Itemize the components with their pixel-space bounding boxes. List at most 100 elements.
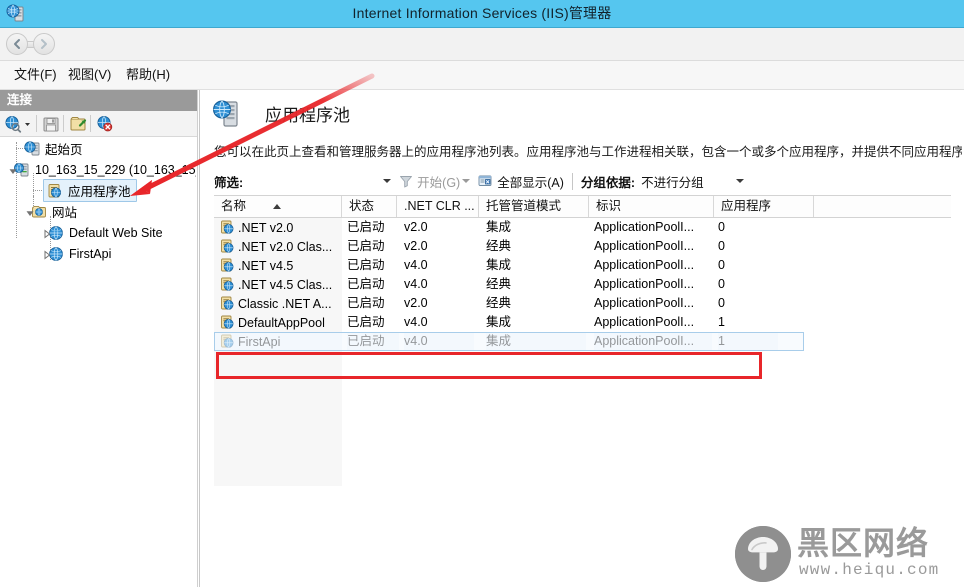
cell-applications: 0 [718,277,725,291]
cell-applications: 0 [718,239,725,253]
column-header-identity[interactable]: 标识 [589,196,714,217]
cell-applications: 0 [718,258,725,272]
connections-tree[interactable]: 起始页 10_163_15_229 (10_163_15_ 应用程序池 网站 D… [0,138,196,586]
cell-applications: 0 [718,296,725,310]
cell-name: Classic .NET A... [214,294,342,313]
sidebar-item-application-pools[interactable]: 应用程序池 [41,179,137,202]
disconnect-icon[interactable] [96,115,116,133]
filter-input[interactable] [249,171,382,191]
app-pools-large-icon [212,100,242,129]
column-header-filler [814,196,951,217]
cell-name: .NET v2.0 [214,218,342,237]
app-pool-icon [220,220,236,235]
group-by-label: 分组依据: [580,175,636,190]
cell-clr: v2.0 [404,220,428,234]
cell-applications: 0 [718,220,725,234]
window-title: Internet Information Services (IIS)管理器 [352,5,612,21]
table-row[interactable]: .NET v2.0 已启动 v2.0 集成 ApplicationPoolI..… [214,218,951,237]
tree-item-label-wrap: 应用程序池 [43,179,137,202]
cell-name: .NET v2.0 Clas... [214,237,342,256]
tree-item-start-page[interactable]: 起始页 [24,138,83,159]
filter-toolbar: 筛选: 开始(G) 全部显示(A) 分组依据: 不进行分组 [214,169,950,193]
filter-go-dropdown-caret-icon[interactable] [462,179,471,183]
table-row-firstapi[interactable]: FirstApi 已启动 v4.0 集成 ApplicationPoolI...… [214,332,951,351]
cell-name: DefaultAppPool [214,313,342,332]
table-row[interactable]: .NET v4.5 Clas... 已启动 v4.0 经典 Applicatio… [214,275,951,294]
tree-item-server[interactable]: 10_163_15_229 (10_163_15_ [8,159,196,180]
cell-name: .NET v4.5 Clas... [214,275,342,294]
menu-help[interactable]: 帮助(H) [120,65,176,85]
group-by-value[interactable]: 不进行分组 [641,172,704,191]
back-button[interactable] [6,33,28,55]
column-header-applications[interactable]: 应用程序 [714,196,814,217]
app-pool-icon [220,315,236,330]
column-header-clr[interactable]: .NET CLR ... [397,196,479,217]
cell-status: 已启动 [347,277,385,291]
cell-status: 已启动 [347,258,385,272]
forward-button[interactable] [33,33,55,55]
cell-applications: 1 [718,315,725,329]
page-description: 您可以在此页上查看和管理服务器上的应用程序池列表。应用程序池与工作进程相关联，包… [214,145,962,159]
row-selection-outline [214,332,804,351]
cell-pipeline: 集成 [486,220,512,234]
menu-file[interactable]: 文件(F) [8,65,63,85]
cell-clr: v4.0 [404,277,428,291]
tree-expander-collapsed-5[interactable] [42,249,52,260]
dropdown-caret-icon[interactable] [23,115,32,133]
tree-item-firstapi[interactable]: FirstApi [42,243,111,264]
cell-name-text: .NET v4.5 [238,258,294,273]
sort-ascending-icon [273,204,281,209]
tree-item-label: FirstApi [69,246,112,261]
connect-to-server-icon[interactable] [4,115,24,133]
cell-identity: ApplicationPoolI... [594,258,695,272]
table-row[interactable]: Classic .NET A... 已启动 v2.0 经典 Applicatio… [214,294,951,313]
toolbar-separator-1 [36,115,37,132]
cell-name-text: .NET v2.0 [238,220,294,235]
tree-item-label: 起始页 [45,143,83,157]
table-row[interactable]: .NET v2.0 Clas... 已启动 v2.0 经典 Applicatio… [214,237,951,256]
tree-item-label: 网站 [52,206,78,220]
main-content: 应用程序池 您可以在此页上查看和管理服务器上的应用程序池列表。应用程序池与工作进… [199,90,964,587]
group-by-caret-icon[interactable] [735,179,744,183]
tree-item-label: Default Web Site [69,225,163,240]
tree-item-default-web-site[interactable]: Default Web Site [42,222,163,243]
tree-item-sites[interactable]: 网站 [25,201,77,222]
table-row[interactable]: .NET v4.5 已启动 v4.0 集成 ApplicationPoolI..… [214,256,951,275]
cell-clr: v2.0 [404,296,428,310]
navigation-bar: ▸ 10_163_15_229 ▸ 应用程序池 [0,28,964,83]
cell-pipeline: 集成 [486,258,512,272]
cell-pipeline: 集成 [486,315,512,329]
tree-line-vertical-root [16,142,17,238]
app-pool-icon [220,277,236,292]
app-pool-icon [220,296,236,311]
cell-name-text: Classic .NET A... [238,296,332,311]
tree-expander-collapsed-4[interactable] [42,228,52,239]
tree-expander-expanded-3[interactable] [25,207,35,217]
show-all-button[interactable]: 全部显示(A) [478,172,564,191]
cell-status: 已启动 [347,239,385,253]
filter-go-label: 开始(G) [417,175,461,190]
start-page-icon[interactable] [69,115,89,133]
filter-go-button[interactable]: 开始(G) [399,172,460,191]
tree-expander-none-0 [24,144,34,154]
funnel-icon [399,174,413,188]
menu-view[interactable]: 视图(V) [62,65,117,85]
save-icon[interactable] [42,115,62,133]
column-header-status[interactable]: 状态 [342,196,397,217]
cell-clr: v2.0 [404,239,428,253]
menu-bar: 文件(F) 视图(V) 帮助(H) [0,61,964,90]
filter-dropdown-caret-icon[interactable] [383,179,392,183]
show-all-icon [478,174,493,188]
column-header-pipeline[interactable]: 托管管道模式 [479,196,589,217]
watermark: 黑区网络 www.heiqu.com [735,523,960,585]
table-row[interactable]: DefaultAppPool 已启动 v4.0 集成 ApplicationPo… [214,313,951,332]
cell-pipeline: 经典 [486,296,512,310]
cell-pipeline: 经典 [486,239,512,253]
show-all-label: 全部显示(A) [497,175,564,190]
tree-expander-expanded-1[interactable] [8,165,18,175]
title-bar: Internet Information Services (IIS)管理器 [0,0,964,28]
iis-manager-window: Internet Information Services (IIS)管理器 文… [0,0,964,587]
cell-identity: ApplicationPoolI... [594,315,695,329]
cell-name-text: DefaultAppPool [238,315,325,330]
cell-identity: ApplicationPoolI... [594,220,695,234]
